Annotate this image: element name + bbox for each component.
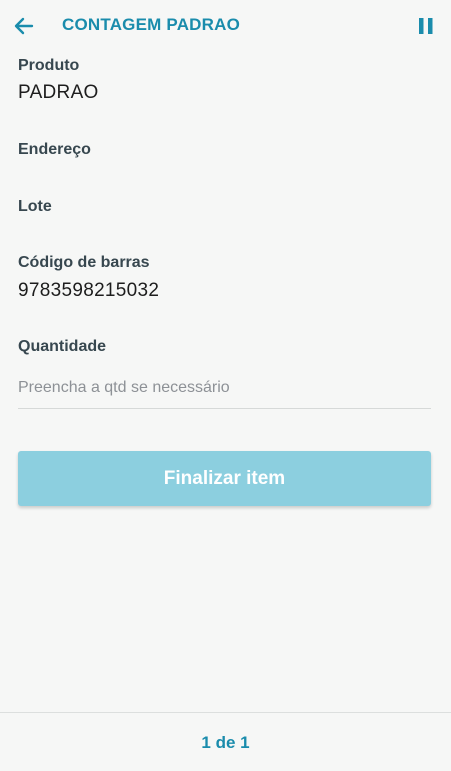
lote-label: Lote <box>18 198 52 215</box>
page-title: CONTAGEM PADRAO <box>62 15 241 34</box>
produto-label: Produto <box>18 57 80 74</box>
back-button[interactable] <box>10 12 38 40</box>
pager-indicator: 1 de 1 <box>201 733 250 752</box>
arrow-left-icon <box>14 17 34 35</box>
codigo-barras-label: Código de barras <box>18 254 150 271</box>
finalizar-item-button[interactable]: Finalizar item <box>18 451 431 506</box>
footer: 1 de 1 <box>0 712 451 771</box>
quantidade-input[interactable] <box>18 368 431 409</box>
codigo-barras-value: 9783598215032 <box>18 280 160 301</box>
endereco-label: Endereço <box>18 141 91 158</box>
produto-value: PADRAO <box>18 82 99 103</box>
quantidade-label: Quantidade <box>18 338 107 355</box>
pause-button[interactable] <box>415 14 437 38</box>
app-header: CONTAGEM PADRAO <box>0 0 451 52</box>
pause-icon <box>419 18 433 34</box>
